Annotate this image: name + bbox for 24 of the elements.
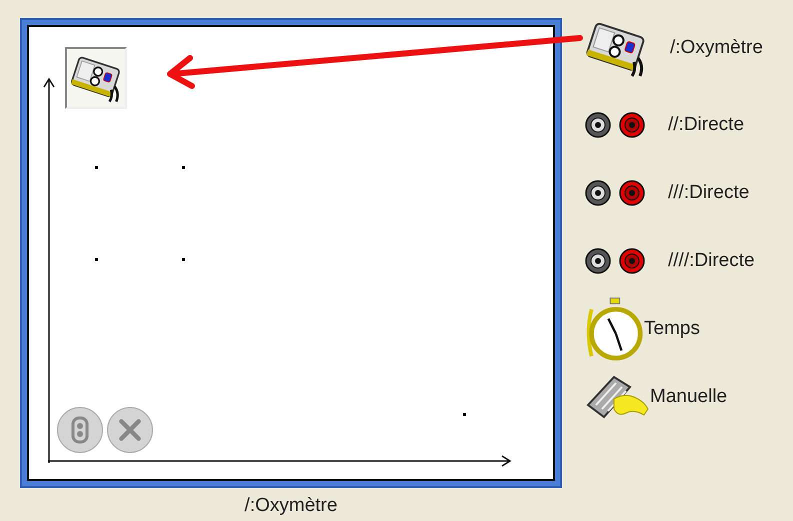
terminal-icon (618, 179, 646, 207)
device-thumbnail[interactable] (65, 47, 127, 109)
close-button[interactable] (107, 407, 153, 453)
terminal-icon (618, 111, 646, 139)
source-label[interactable]: /:Oxymètre (670, 34, 763, 62)
data-point (463, 413, 466, 416)
terminal-icon (584, 111, 612, 139)
record-button[interactable] (57, 407, 103, 453)
data-point (182, 258, 186, 261)
source-label[interactable]: ////:Directe (668, 246, 755, 276)
data-point (95, 258, 98, 261)
source-label[interactable]: Manuelle (650, 382, 728, 412)
stopwatch-icon (584, 296, 644, 362)
graph-caption: /:Oxymètre (244, 496, 338, 515)
terminal-icon (618, 247, 646, 275)
terminal-icon (584, 247, 612, 275)
source-label[interactable]: //:Directe (668, 110, 744, 140)
data-point (95, 166, 98, 170)
traffic-light-icon (70, 416, 90, 444)
close-icon (117, 417, 143, 443)
source-label[interactable]: Temps (644, 314, 700, 344)
data-point (182, 166, 186, 170)
source-label[interactable]: ///:Directe (668, 178, 750, 208)
terminal-icon (584, 179, 612, 207)
